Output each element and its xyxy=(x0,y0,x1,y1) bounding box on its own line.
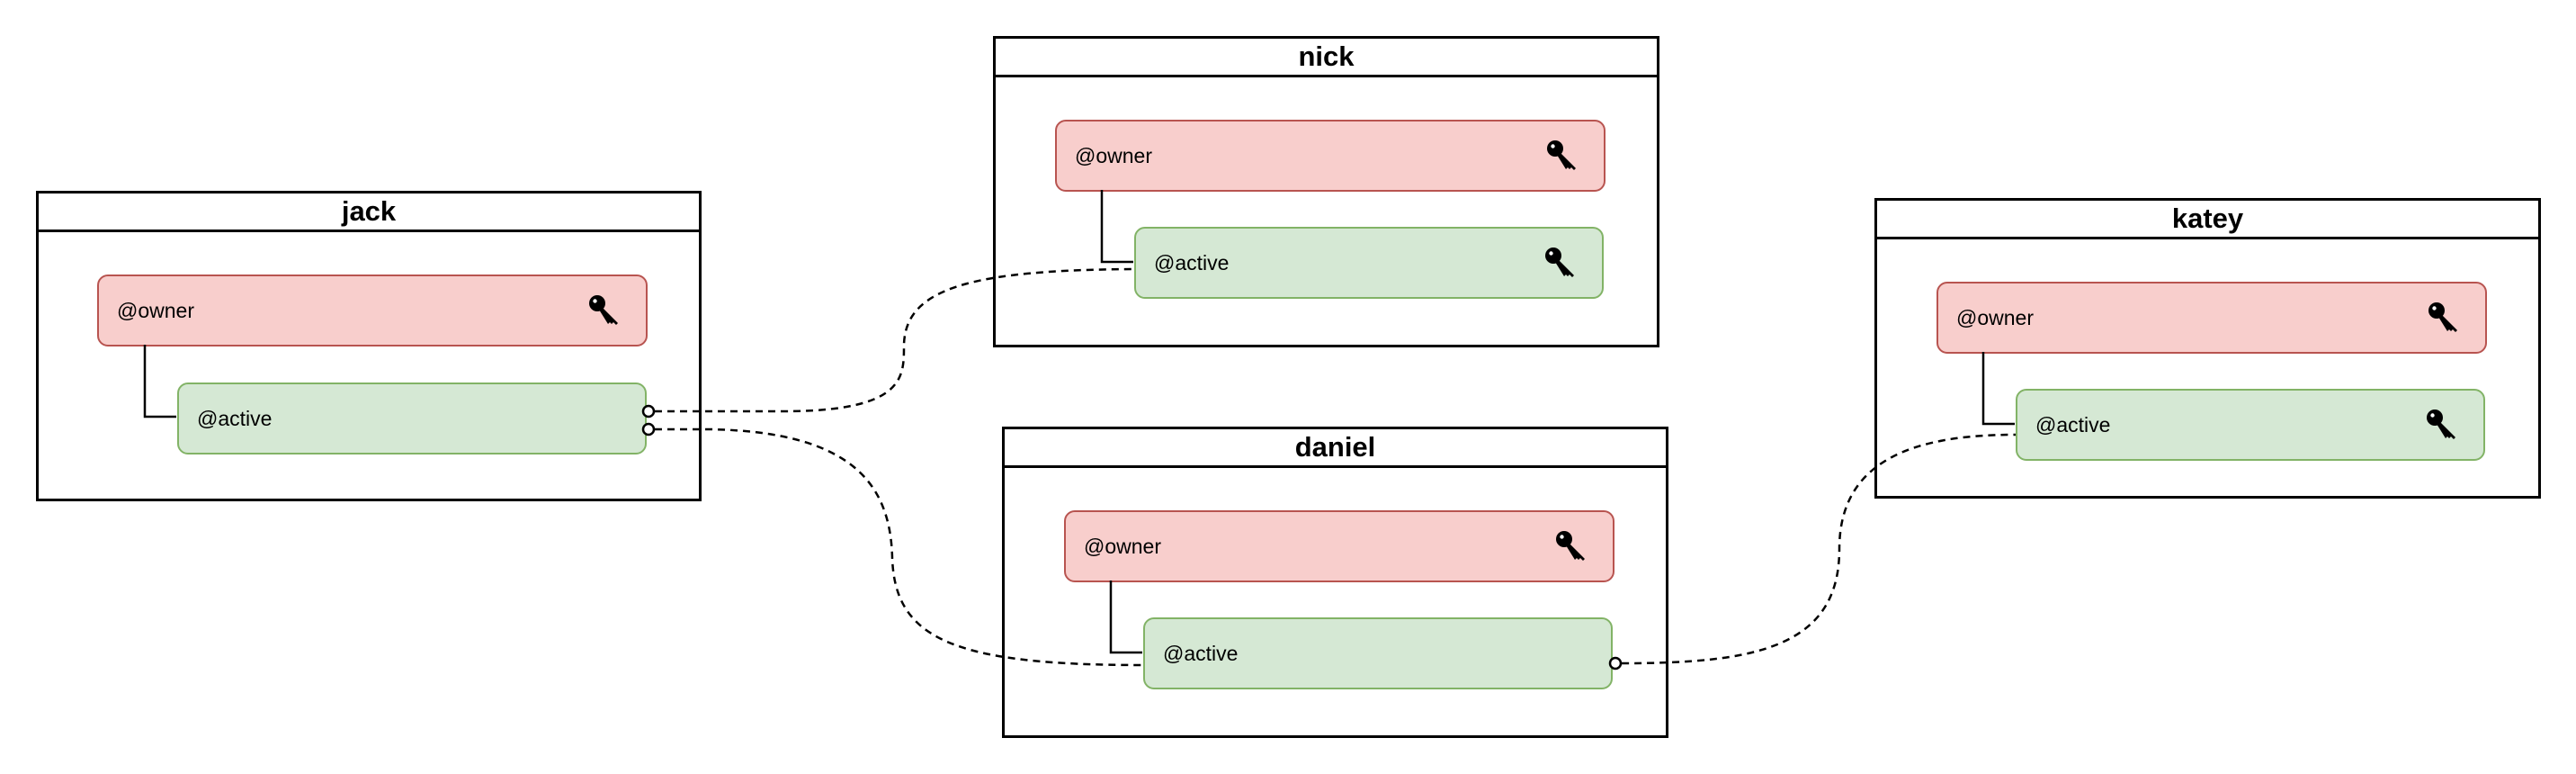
field-label: @active xyxy=(1163,641,1239,665)
field-label: @active xyxy=(1154,250,1230,274)
field-label: @active xyxy=(197,406,273,430)
entity-daniel[interactable]: daniel @owner @active xyxy=(1002,427,1668,738)
field-owner[interactable]: @owner xyxy=(1936,282,2487,354)
field-owner[interactable]: @owner xyxy=(1064,510,1614,582)
field-active[interactable]: @active xyxy=(1134,227,1604,299)
entity-title: jack xyxy=(39,194,699,232)
entity-title: katey xyxy=(1877,201,2538,239)
field-label: @active xyxy=(2035,412,2111,436)
key-icon xyxy=(1545,248,1574,277)
field-owner[interactable]: @owner xyxy=(1055,120,1606,192)
key-icon xyxy=(1556,531,1585,561)
field-active[interactable]: @active xyxy=(1143,617,1613,689)
key-icon xyxy=(2428,302,2457,332)
field-label: @owner xyxy=(1075,143,1152,167)
key-icon xyxy=(1547,140,1576,170)
field-label: @owner xyxy=(1956,305,2034,329)
field-active[interactable]: @active xyxy=(177,382,647,454)
entity-katey[interactable]: katey @owner @active xyxy=(1874,198,2541,499)
entity-title: daniel xyxy=(1005,429,1666,468)
key-icon xyxy=(589,295,618,325)
field-owner[interactable]: @owner xyxy=(97,274,648,346)
key-icon xyxy=(2427,410,2455,439)
entity-title: nick xyxy=(996,39,1657,77)
entity-nick[interactable]: nick @owner @active xyxy=(993,36,1659,347)
entity-jack[interactable]: jack @owner @active xyxy=(36,191,702,501)
field-label: @owner xyxy=(117,298,194,322)
field-label: @owner xyxy=(1084,534,1161,558)
field-active[interactable]: @active xyxy=(2016,389,2485,461)
